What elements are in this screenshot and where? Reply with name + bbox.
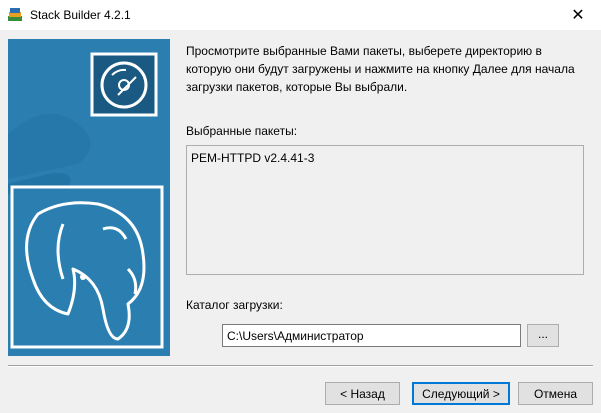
download-dir-label: Каталог загрузки: xyxy=(186,298,283,312)
selected-packages-label: Выбранные пакеты: xyxy=(186,124,298,138)
download-dir-input[interactable] xyxy=(222,324,521,347)
divider-highlight xyxy=(8,366,593,367)
intro-text: Просмотрите выбранные Вами пакеты, выбер… xyxy=(186,44,575,94)
back-button[interactable]: < Назад xyxy=(325,382,400,405)
stack-builder-window: Stack Builder 4.2.1 ✕ Просмотрите выбран… xyxy=(0,0,601,413)
banner-art xyxy=(8,39,170,356)
cancel-button[interactable]: Отмена xyxy=(518,382,593,405)
close-icon: ✕ xyxy=(571,7,585,24)
title-bar: Stack Builder 4.2.1 ✕ xyxy=(0,0,601,30)
side-banner xyxy=(8,39,170,356)
selected-packages-list[interactable]: PEM-HTTPD v2.4.41-3 xyxy=(186,145,584,275)
close-button[interactable]: ✕ xyxy=(555,0,601,30)
next-button[interactable]: Следующий > xyxy=(412,382,510,405)
disc-icon xyxy=(90,52,158,117)
list-item[interactable]: PEM-HTTPD v2.4.41-3 xyxy=(191,151,314,165)
stack-builder-icon xyxy=(8,8,22,21)
browse-button[interactable]: ... xyxy=(527,324,559,347)
postgresql-elephant-icon xyxy=(10,185,164,349)
window-title: Stack Builder 4.2.1 xyxy=(30,8,131,22)
